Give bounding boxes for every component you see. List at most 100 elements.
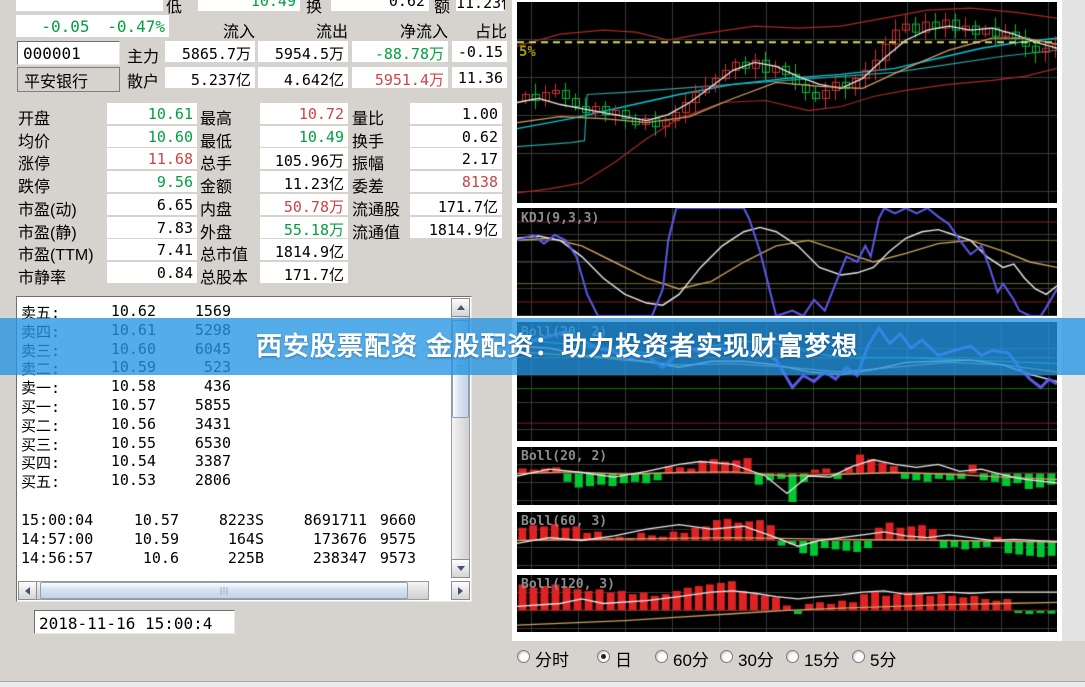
ob-field: 8691711 xyxy=(303,511,367,529)
kline-chart-canvas[interactable] xyxy=(517,2,1057,203)
ob-field: 9573 xyxy=(379,548,416,567)
horizontal-scroll-thumb[interactable] xyxy=(40,582,408,599)
stat-label: 最高 xyxy=(200,111,233,128)
amount-value: 11.23亿 xyxy=(456,0,505,11)
stat-label: 委差 xyxy=(352,179,385,197)
arrow-left-icon xyxy=(25,586,30,595)
period-label-30分[interactable]: 30分 xyxy=(738,646,774,671)
change-value: -0.05 xyxy=(41,17,90,36)
ob-field: 买五: xyxy=(21,473,61,492)
stat-value: 105.96万 xyxy=(260,148,348,170)
period-radio-日[interactable] xyxy=(597,650,610,663)
ob-field: 173676 xyxy=(312,529,367,548)
order-book-row[interactable]: 买五: 10.53 2806 xyxy=(21,471,231,492)
ob-field: 2806 xyxy=(194,471,231,490)
change-pct: -0.47% xyxy=(107,17,165,36)
period-label-分时[interactable]: 分时 xyxy=(535,646,569,671)
ob-field: 238347 xyxy=(312,548,367,567)
stat-value: 2.17 xyxy=(410,148,502,170)
trade-row[interactable]: 14:56:57 10.6 225B 238347 9573 xyxy=(21,549,416,567)
main-ratio: -0.15 xyxy=(452,41,507,62)
period-radio-15分[interactable] xyxy=(786,650,799,663)
stat-value: 7.83 xyxy=(107,216,197,238)
change-cell: -0.05 -0.47% xyxy=(16,15,169,37)
stat-label: 金额 xyxy=(200,179,233,197)
flow-row-retail-label: 散户 xyxy=(127,74,160,91)
period-label-60分[interactable]: 60分 xyxy=(673,646,709,671)
scroll-up-button[interactable] xyxy=(451,298,470,317)
ob-field: 14:57:00 xyxy=(21,529,94,548)
ob-field: 225B xyxy=(227,548,264,567)
main-outflow: 5954.5万 xyxy=(258,41,348,62)
retail-ratio: 11.36 xyxy=(452,67,507,88)
price-cell-partial xyxy=(16,0,163,11)
stat-label: 流通股 xyxy=(352,201,401,219)
stat-label: 总市值 xyxy=(200,247,249,265)
ad-banner: 西安股票配资 金股配资：助力投资者实现财富梦想 xyxy=(0,318,1085,375)
period-label-15分[interactable]: 15分 xyxy=(804,646,840,671)
stat-label: 市盈(静) xyxy=(18,224,77,242)
stat-label: 涨停 xyxy=(18,156,51,174)
ob-field: 10.59 xyxy=(133,529,179,548)
arrow-down-icon xyxy=(456,566,465,571)
scroll-down-button[interactable] xyxy=(451,559,470,578)
stat-value: 10.49 xyxy=(260,125,348,147)
period-radio-60分[interactable] xyxy=(655,650,668,663)
amount-label: 额 xyxy=(434,0,451,16)
stat-value: 10.61 xyxy=(107,103,197,124)
trade-row[interactable]: 15:00:04 10.57 8223S 8691711 9660 xyxy=(21,511,416,529)
period-radio-5分[interactable] xyxy=(852,650,865,663)
flow-header-in: 流入 xyxy=(222,24,255,41)
stock-code-input[interactable] xyxy=(17,41,120,65)
datetime-display: 2018-11-16 15:00:4 xyxy=(34,610,235,634)
ob-field: 9660 xyxy=(379,511,416,529)
bottom-strip xyxy=(0,681,1085,687)
stat-label: 总手 xyxy=(200,156,233,174)
stat-label: 市盈(动) xyxy=(18,201,77,219)
flow-header-ratio: 占比 xyxy=(474,24,507,41)
thumb-grip-icon xyxy=(220,586,228,595)
five-percent-label: 5% xyxy=(519,44,536,60)
stat-value: 0.84 xyxy=(107,261,197,283)
boll20-panel-label: Boll(20, 2) xyxy=(521,449,608,464)
flow-row-main-label: 主力 xyxy=(127,49,160,66)
retail-netflow: 5951.4万 xyxy=(352,67,448,88)
period-label-5分[interactable]: 5分 xyxy=(870,646,896,671)
retail-inflow: 5.237亿 xyxy=(165,67,255,88)
scroll-left-button[interactable] xyxy=(18,581,37,600)
turnover-label: 换 xyxy=(306,0,323,16)
stat-label: 均价 xyxy=(18,133,51,151)
ob-field: 10.57 xyxy=(133,511,179,529)
stat-label: 换手 xyxy=(352,133,385,151)
horizontal-scrollbar[interactable] xyxy=(18,581,429,600)
stat-value: 9.56 xyxy=(107,171,197,193)
ob-field: 9575 xyxy=(379,529,416,548)
stat-value: 7.41 xyxy=(107,239,197,261)
stat-value: 10.60 xyxy=(107,125,197,147)
kdj-panel-label: KDJ(9,3,3) xyxy=(521,211,600,226)
stock-name: 平安银行 xyxy=(24,73,89,91)
stat-value: 11.23亿 xyxy=(260,171,348,193)
scroll-right-button[interactable] xyxy=(451,581,470,600)
stat-label: 开盘 xyxy=(18,111,51,128)
flow-header-out: 流出 xyxy=(315,24,348,41)
stock-name-box[interactable]: 平安银行 xyxy=(17,67,120,92)
stat-value: 0.62 xyxy=(410,125,502,147)
trade-row[interactable]: 14:57:00 10.59 164S 173676 9575 xyxy=(21,530,416,548)
stock-terminal-window: 低 10.49 换 0.62 额 11.23亿 -0.05 -0.47% 流入 … xyxy=(0,0,1085,687)
low-value: 10.49 xyxy=(198,0,300,11)
stat-value: 1814.9亿 xyxy=(260,239,348,261)
period-label-日[interactable]: 日 xyxy=(615,646,632,671)
stat-label: 市静率 xyxy=(18,269,67,287)
retail-outflow: 4.642亿 xyxy=(258,67,348,88)
stat-label: 跌停 xyxy=(18,179,51,197)
period-radio-分时[interactable] xyxy=(517,650,530,663)
stat-value: 1814.9亿 xyxy=(410,216,502,238)
period-radio-30分[interactable] xyxy=(720,650,733,663)
ob-field: 10.6 xyxy=(142,548,179,567)
stat-label: 市盈(TTM) xyxy=(18,247,94,265)
ob-field: 15:00:04 xyxy=(21,511,94,529)
main-netflow: -88.78万 xyxy=(352,41,448,62)
ob-field: 164S xyxy=(227,529,264,548)
ob-field: 8223S xyxy=(218,511,264,529)
